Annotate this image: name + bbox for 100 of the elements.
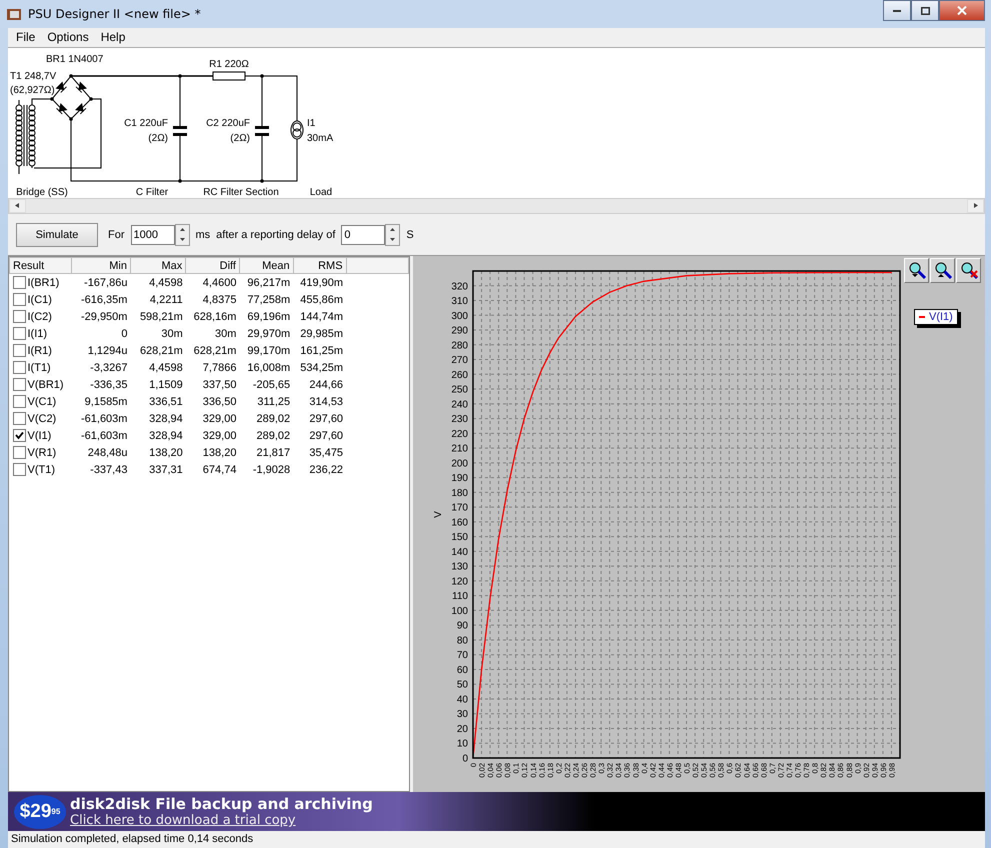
table-cell-text: 329,00 xyxy=(202,428,238,444)
table-cell-text: 311,25 xyxy=(256,394,292,410)
table-cell-text: 69,196m xyxy=(246,310,292,325)
app-icon xyxy=(6,6,22,22)
y-tick-label: 170 xyxy=(451,502,468,514)
checkbox[interactable] xyxy=(12,446,26,460)
duration-field[interactable]: 1000 xyxy=(130,224,174,245)
table-cell-text: 314,53 xyxy=(308,394,344,410)
zoom-out-button[interactable] xyxy=(930,258,955,284)
table-cell-text: 297,60 xyxy=(308,412,344,427)
table-cell-text: -205,65 xyxy=(252,378,292,393)
column-header[interactable]: Diff xyxy=(186,258,240,274)
table-cell-text: 30m xyxy=(160,326,184,342)
table-cell-text: 161,25m xyxy=(299,344,344,359)
y-tick-label: 100 xyxy=(451,606,468,617)
magnifier-icon xyxy=(958,260,978,281)
delay-label: after a reporting delay of xyxy=(216,228,336,241)
table-cell-text: 4,4598 xyxy=(148,360,184,376)
y-tick-label: 150 xyxy=(451,532,468,544)
checkbox[interactable] xyxy=(12,429,26,442)
table-cell-text: -29,950m xyxy=(80,310,128,325)
y-tick-label: 60 xyxy=(456,664,468,676)
simulate-button[interactable]: Simulate xyxy=(16,222,98,247)
checkbox[interactable] xyxy=(12,463,26,476)
for-label: For xyxy=(108,228,124,241)
y-axis-title: V xyxy=(433,511,444,518)
checkbox[interactable] xyxy=(12,344,26,358)
y-tick-label: 80 xyxy=(456,635,468,646)
table-cell-text: 336,51 xyxy=(148,394,184,410)
result-name: V(T1) xyxy=(28,464,55,476)
checkbox[interactable] xyxy=(12,395,26,408)
table-cell-text: 29,970m xyxy=(246,326,292,342)
component-label: C1 220uF xyxy=(124,118,168,129)
table-cell-text: 77,258m xyxy=(246,292,292,308)
y-tick-label: 230 xyxy=(451,414,468,426)
maximize-button[interactable] xyxy=(911,0,939,21)
table-cell-text: 4,8375 xyxy=(202,292,238,308)
table-cell: 4,4598 xyxy=(130,274,186,292)
y-tick-label: 40 xyxy=(456,694,468,706)
component-label: C2 220uF xyxy=(206,118,250,129)
y-tick-label: 160 xyxy=(451,517,468,528)
table-cell-text: 16,008m xyxy=(246,360,292,376)
table-cell: 96,217m xyxy=(239,274,294,292)
table-cell-text: 674,74 xyxy=(202,462,238,478)
menu-item[interactable]: File xyxy=(10,30,42,44)
y-tick-label: 280 xyxy=(451,340,468,352)
section-label: Bridge (SS) xyxy=(16,186,68,198)
y-tick-label: 90 xyxy=(456,620,468,632)
component-label: (2Ω) xyxy=(230,132,250,144)
column-header[interactable]: Max xyxy=(130,258,186,274)
close-button[interactable] xyxy=(939,0,985,21)
table-cell-text: 30m xyxy=(214,326,238,342)
table-cell-text: -1,9028 xyxy=(252,462,292,478)
column-header[interactable]: Result xyxy=(10,258,72,274)
checkbox[interactable] xyxy=(12,361,26,374)
minimize-button[interactable] xyxy=(883,0,911,21)
horizontal-scrollbar[interactable] xyxy=(8,198,985,214)
table-cell-text: -337,43 xyxy=(89,462,128,478)
component-label: (62,927Ω) xyxy=(10,84,55,96)
table-cell-text: 21,817 xyxy=(256,446,292,461)
scroll-left-button[interactable] xyxy=(9,198,26,214)
column-header[interactable]: RMS xyxy=(293,258,346,274)
checkbox[interactable] xyxy=(12,310,26,324)
y-tick-label: 120 xyxy=(451,576,468,588)
table-cell-text: -336,35 xyxy=(89,378,128,393)
menu-item[interactable]: Help xyxy=(94,30,132,44)
maximize-icon xyxy=(920,6,930,14)
checkbox[interactable] xyxy=(12,293,26,306)
zoom-reset-button[interactable] xyxy=(956,258,981,284)
price-cents: 95 xyxy=(51,807,60,816)
checkbox[interactable] xyxy=(12,276,26,290)
checkbox[interactable] xyxy=(12,412,26,426)
table-cell-text: 29,985m xyxy=(299,326,344,342)
column-header[interactable]: Mean xyxy=(239,258,294,274)
table-cell-text: 337,50 xyxy=(202,378,238,393)
column-header[interactable]: Min xyxy=(71,258,130,274)
delay-field[interactable]: 0 xyxy=(341,224,386,245)
table-cell-text: 455,86m xyxy=(299,292,344,308)
magnifier-icon xyxy=(932,260,952,281)
table-cell-text: 1,1509 xyxy=(148,378,184,393)
y-tick-label: 320 xyxy=(451,281,468,292)
table-cell-text: 4,2211 xyxy=(148,292,184,308)
menu-item[interactable]: Options xyxy=(41,30,95,44)
y-tick-label: 30 xyxy=(456,709,468,720)
section-label: RC Filter Section xyxy=(203,186,279,198)
advert-banner[interactable]: $29$^{95}$ disk2disk File backup and archiving Click here to download a trial copy xyxy=(8,792,985,831)
capacitor-drawing xyxy=(173,126,187,136)
table-cell-text: 328,94 xyxy=(148,412,184,427)
capacitor-drawing xyxy=(255,126,269,136)
checkbox[interactable] xyxy=(12,327,26,340)
table-cell-text: 7,7866 xyxy=(202,360,238,376)
result-name: V(R1) xyxy=(28,446,56,459)
component-label: T1 248,7V xyxy=(10,70,56,82)
zoom-in-button[interactable] xyxy=(904,258,929,284)
checkbox[interactable] xyxy=(12,378,26,392)
legend-label: V(I1) xyxy=(929,311,953,324)
scroll-right-button[interactable] xyxy=(967,198,984,214)
download-link[interactable]: Click here to download a trial copy xyxy=(70,813,373,828)
result-name: I(C1) xyxy=(28,294,52,306)
result-name: V(BR1) xyxy=(28,378,64,391)
